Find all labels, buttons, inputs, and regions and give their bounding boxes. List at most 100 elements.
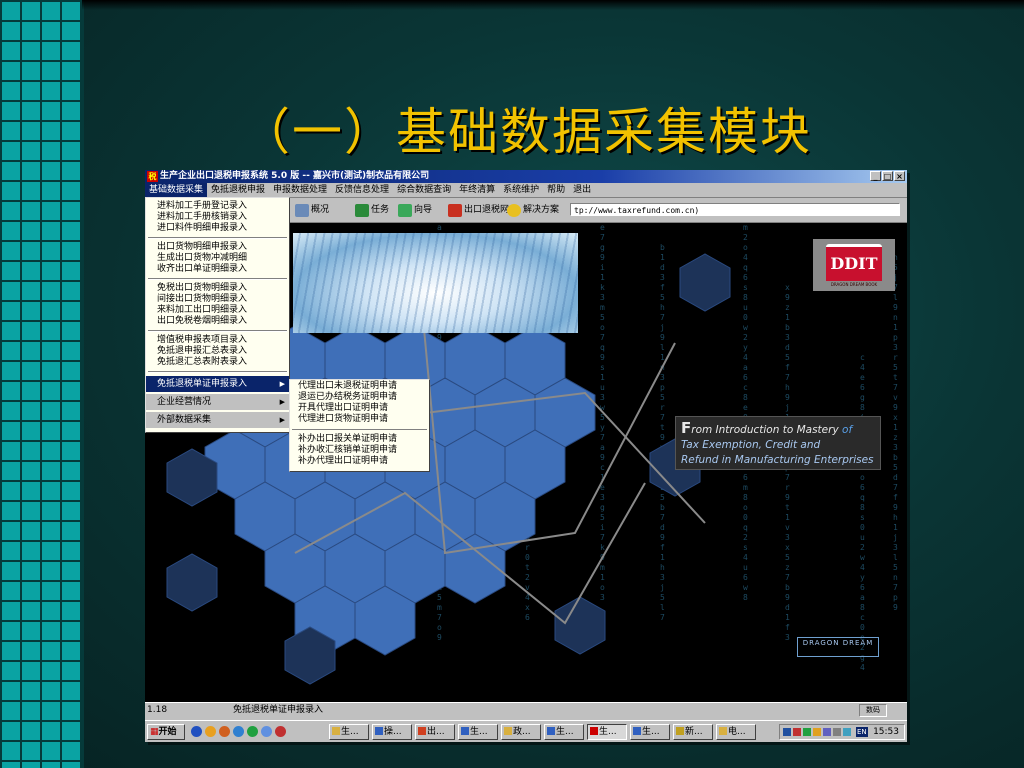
task-button[interactable]: 出... [415,724,455,740]
menu-item[interactable]: 免抵退申报汇总表录入 [146,346,289,357]
start-button[interactable]: ▦开始 [147,724,185,740]
tray-icon[interactable] [843,728,851,736]
network-icon[interactable] [247,726,258,737]
tray-icon[interactable] [803,728,811,736]
menu-item[interactable]: 来料加工出口明细录入 [146,305,289,316]
menu-help[interactable]: 帮助 [543,183,569,197]
tool-icon[interactable] [219,726,230,737]
submenu-cert-declaration[interactable]: 免抵退税单证申报录入 ▶ [146,376,289,392]
wizard-button[interactable]: 向导 [398,202,432,218]
overview-button[interactable]: 概况 [295,202,329,218]
document-icon [547,727,555,735]
menubar: 基础数据采集 免抵退税申报 申报数据处理 反馈信息处理 综合数据查询 年终清算 … [145,183,907,198]
menu-item[interactable]: 出口免税卷烟明细录入 [146,316,289,327]
menu-item[interactable]: 间接出口货物明细录入 [146,294,289,305]
menu-system[interactable]: 系统维护 [499,183,543,197]
menu-item[interactable]: 增值税申报表项目录入 [146,335,289,346]
minimize-button[interactable]: _ [870,171,881,181]
maximize-button[interactable]: □ [882,171,893,181]
app-icon [418,727,426,735]
taskbar: ▦开始 生... 操... 出... 生... 政... 生... 生... 生… [145,720,907,742]
task-button[interactable]: 生... [329,724,369,740]
menu-separator [292,429,427,430]
ddit-logo-subtitle: DRAGON DREAM BOOK [830,281,878,287]
outlook-icon[interactable] [233,726,244,737]
submenu-item[interactable]: 补办收汇核销单证明申请 [290,445,429,456]
document-icon [375,727,383,735]
menu-feedback[interactable]: 反馈信息处理 [331,183,393,197]
task-button[interactable]: 生... [544,724,584,740]
promo-box: From Introduction to Mastery of Tax Exem… [675,416,881,470]
tax-refund-site-button[interactable]: 出口退税网 [448,202,509,218]
menu-item[interactable]: 进料加工手册核销录入 [146,212,289,223]
task-button[interactable]: 电... [716,724,756,740]
system-tray: EN 15:53 [779,724,905,740]
menu-data-processing[interactable]: 申报数据处理 [269,183,331,197]
ddit-logo-text: DDIT [826,243,882,281]
tray-icon[interactable] [813,728,821,736]
submenu-item[interactable]: 代理进口货物证明申请 [290,414,429,425]
promo-of: of [842,424,853,436]
submenu-arrow-icon: ▶ [279,380,285,388]
submenu-item[interactable]: 退运已办结税务证明申请 [290,392,429,403]
menu-separator [148,278,287,280]
solutions-button[interactable]: 解决方案 [507,202,559,218]
language-indicator[interactable]: EN [856,727,868,737]
url-field[interactable]: tp://www.taxrefund.com.cn) [570,203,900,216]
submenu-item[interactable]: 开具代理出口证明申请 [290,403,429,414]
menu-item[interactable]: 收齐出口单证明细录入 [146,264,289,275]
menu-year-end[interactable]: 年终清算 [455,183,499,197]
promo-line2: Tax Exemption, Credit and [681,439,821,451]
menu-item[interactable]: 进料加工手册登记录入 [146,201,289,212]
ddit-logo: DDIT DRAGON DREAM BOOK [813,239,895,291]
tax-app-icon [590,727,598,735]
close-button[interactable]: × [894,171,905,181]
menu-separator [148,371,287,373]
submenu-item[interactable]: 代理出口未退税证明申请 [290,381,429,392]
menu-item[interactable]: 免抵退汇总表附表录入 [146,357,289,368]
messenger-icon[interactable] [261,726,272,737]
menu-separator [148,237,287,239]
decorative-grid-strip [0,0,84,768]
tray-icon[interactable] [783,728,791,736]
submenu-operations[interactable]: 企业经营情况 ▶ [146,394,289,410]
menu-exit[interactable]: 退出 [569,183,595,197]
submenu-arrow-icon: ▶ [279,398,285,406]
task-button[interactable]: 操... [372,724,412,740]
app-shortcut-icon[interactable] [275,726,286,737]
ie-icon[interactable] [191,726,202,737]
folder-icon [504,727,512,735]
menu-item[interactable]: 免税出口货物明细录入 [146,283,289,294]
menu-query[interactable]: 综合数据查询 [393,183,455,197]
task-button[interactable]: 任务 [355,202,389,218]
overview-icon [295,203,309,217]
folder-icon [332,727,340,735]
menu-basic-data[interactable]: 基础数据采集 [145,183,208,197]
submenu-label: 外部数据采集 [157,415,212,425]
solutions-label: 解决方案 [523,205,560,215]
tray-icon[interactable] [823,728,831,736]
promo-initial: F [681,419,692,437]
menu-item[interactable]: 进口料件明细申报录入 [146,223,289,234]
task-icon [355,203,369,217]
task-button[interactable]: 政... [501,724,541,740]
start-label: 开始 [158,727,177,737]
tray-icon[interactable] [793,728,801,736]
submenu-item[interactable]: 补办出口报关单证明申请 [290,434,429,445]
submenu-arrow-icon: ▶ [279,416,285,424]
submenu-item[interactable]: 补办代理出口证明申请 [290,456,429,467]
task-button[interactable]: 生... [458,724,498,740]
volume-icon[interactable] [833,728,841,736]
top-shade [82,0,1024,10]
task-button-active[interactable]: 生... [587,724,627,740]
task-button[interactable]: 新... [673,724,713,740]
media-icon[interactable] [205,726,216,737]
window-titlebar[interactable]: 税 生产企业出口退税申报系统 5.0 版 -- 嘉兴市(测试)制衣品有限公司 _… [145,170,907,183]
tax-refund-site-icon [448,203,462,217]
menu-declaration[interactable]: 免抵退税申报 [207,183,269,197]
menu-item[interactable]: 出口货物明细申报录入 [146,242,289,253]
submenu-external-data[interactable]: 外部数据采集 ▶ [146,412,289,428]
task-button[interactable]: 生... [630,724,670,740]
menu-item[interactable]: 生成出口货物冲减明细 [146,253,289,264]
task-list: 生... 操... 出... 生... 政... 生... 生... 生... … [329,724,756,740]
